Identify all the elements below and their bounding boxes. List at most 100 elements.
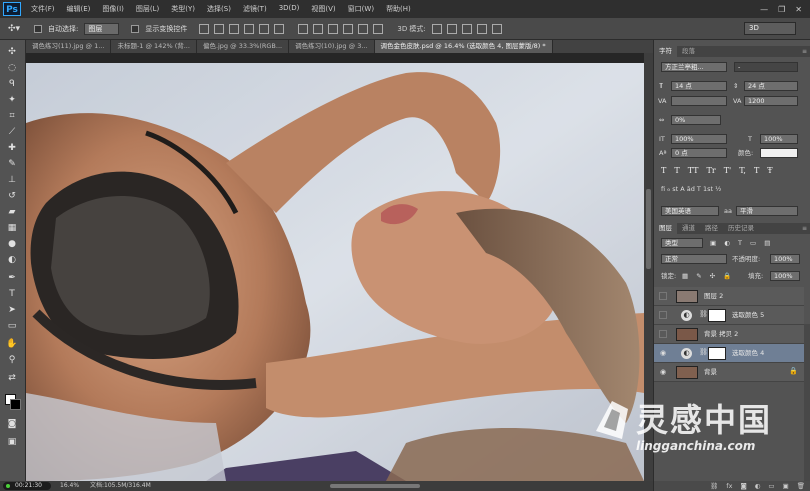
typo-style-button-3[interactable]: Tr (707, 166, 716, 175)
move-tool-icon[interactable]: ✣ (5, 46, 19, 58)
menu-item-2[interactable]: 图像(I) (96, 4, 130, 14)
hand-tool-icon[interactable]: ✋ (5, 338, 19, 350)
typo-style-button-1[interactable]: T (674, 166, 679, 175)
language-select[interactable]: 美国英语 (661, 206, 719, 216)
layers-menu-icon[interactable]: ≡ (802, 223, 810, 234)
folder-icon[interactable]: ▭ (768, 481, 774, 491)
leading-field[interactable]: 24 点 (744, 81, 798, 91)
blend-mode-select[interactable]: 正常 (661, 254, 727, 264)
background-color-swatch[interactable] (10, 399, 21, 410)
menu-item-4[interactable]: 类型(Y) (165, 4, 201, 14)
tab-paragraph[interactable]: 段落 (677, 46, 700, 57)
trash-icon[interactable]: 🗑 (797, 481, 805, 491)
distribute-top-icon[interactable] (298, 23, 309, 34)
menu-item-9[interactable]: 窗口(W) (342, 4, 380, 14)
visibility-eye-icon[interactable]: ◉ (658, 367, 668, 377)
swap-colors-icon[interactable]: ⇄ (5, 372, 19, 384)
text-color-swatch[interactable] (760, 148, 798, 158)
mask-icon[interactable]: ◙ (740, 481, 746, 491)
distribute-hcenter-icon[interactable] (358, 23, 369, 34)
auto-select-checkbox[interactable] (34, 24, 42, 33)
document-size-info[interactable]: 文档:105.5M/316.4M (90, 481, 151, 491)
menu-item-0[interactable]: 文件(F) (25, 4, 61, 14)
quick-mask-icon[interactable]: ◙ (5, 418, 19, 430)
antialias-select[interactable]: 平滑 (736, 206, 798, 216)
rotate-3d-icon[interactable] (431, 23, 442, 34)
baseline-shift-field[interactable]: 0 点 (671, 148, 727, 158)
align-left-icon[interactable] (244, 23, 255, 34)
show-transform-checkbox[interactable] (131, 24, 140, 33)
document-tab-1[interactable]: 未标题-1 @ 142% (背... (111, 40, 197, 53)
workspace-select[interactable]: 3D (744, 22, 796, 35)
tracking-field[interactable]: 1200 (744, 96, 798, 106)
distribute-right-icon[interactable] (373, 23, 384, 34)
layer-mask-thumbnail[interactable] (708, 309, 726, 322)
crop-tool-icon[interactable]: ⌗ (5, 110, 19, 122)
quick-select-tool-icon[interactable]: ✦ (5, 94, 19, 106)
distribute-bottom-icon[interactable] (328, 23, 339, 34)
layer-thumbnail[interactable] (676, 290, 698, 303)
menu-item-5[interactable]: 选择(S) (201, 4, 237, 14)
menu-item-8[interactable]: 视图(V) (305, 4, 341, 14)
healing-brush-tool-icon[interactable]: ✚ (5, 142, 19, 154)
font-family-select[interactable]: 方正兰亭粗... (661, 62, 727, 72)
move-tool-preset-icon[interactable]: ✣▾ (8, 22, 28, 36)
distribute-vcenter-icon[interactable] (313, 23, 324, 34)
horizontal-scale-field[interactable]: 100% (760, 134, 798, 144)
layer-filter-icons[interactable]: ▣ ◐ T ▭ ▤ (710, 238, 773, 248)
layer-row[interactable]: ◉ 背景 🔒 (654, 363, 804, 382)
layers-scrollbar[interactable] (804, 324, 810, 484)
typo-style-button-4[interactable]: T' (724, 166, 732, 175)
tab-layers[interactable]: 图层 (654, 223, 677, 234)
menu-item-6[interactable]: 滤镜(T) (237, 4, 273, 14)
scale-3d-icon[interactable] (491, 23, 502, 34)
type-tool-icon[interactable]: T (5, 288, 19, 300)
link-icon[interactable]: ⛓ (710, 481, 718, 491)
typo-style-button-5[interactable]: T, (739, 166, 746, 175)
history-brush-tool-icon[interactable]: ↺ (5, 190, 19, 202)
menu-item-1[interactable]: 编辑(E) (61, 4, 97, 14)
visibility-eye-icon[interactable] (659, 311, 667, 319)
document-tab-3[interactable]: 调色练习(10).jpg @ 3... (289, 40, 375, 53)
document-tab-2[interactable]: 偏色.jpg @ 33.3%(RGB... (197, 40, 290, 53)
stamp-tool-icon[interactable]: ⊥ (5, 174, 19, 186)
font-size-field[interactable]: 14 点 (671, 81, 727, 91)
screen-mode-icon[interactable]: ▣ (5, 436, 19, 448)
marquee-tool-icon[interactable]: ◌ (5, 62, 19, 74)
align-top-icon[interactable] (199, 23, 210, 34)
distribute-left-icon[interactable] (343, 23, 354, 34)
mask-link-icon[interactable]: ⛓ (699, 348, 708, 356)
lock-icons[interactable]: ▦ ✎ ✣ 🔒 (682, 271, 734, 281)
zoom-tool-icon[interactable]: ⚲ (5, 354, 19, 366)
minimize-button[interactable]: — (760, 5, 768, 14)
layer-thumbnail[interactable] (676, 328, 698, 341)
layer-row[interactable]: 图层 2 (654, 287, 804, 306)
gradient-tool-icon[interactable]: ▦ (5, 222, 19, 234)
adjustment-icon[interactable]: ◐ (755, 481, 761, 491)
layer-mask-thumbnail[interactable] (708, 347, 726, 360)
visibility-eye-icon[interactable]: ◉ (658, 348, 668, 358)
layer-filter-select[interactable]: 类型 (661, 238, 703, 248)
align-vcenter-icon[interactable] (214, 23, 225, 34)
tab-channels[interactable]: 通道 (677, 223, 700, 234)
close-button[interactable]: ✕ (795, 5, 802, 14)
typo-style-button-6[interactable]: T (754, 166, 759, 175)
font-style-select[interactable]: - (734, 62, 798, 72)
lasso-tool-icon[interactable]: ᑫ (5, 78, 19, 90)
menu-item-10[interactable]: 帮助(H) (380, 4, 417, 14)
fx-icon[interactable]: fx (726, 481, 732, 491)
layer-thumbnail[interactable] (676, 366, 698, 379)
document-tab-4[interactable]: 调色金色皮肤.psd @ 16.4% (选取颜色 4, 图层蒙版/8) * (374, 40, 553, 53)
brush-tool-icon[interactable]: ✎ (5, 158, 19, 170)
eraser-tool-icon[interactable]: ▰ (5, 206, 19, 218)
typo-style-button-7[interactable]: Ŧ (767, 166, 772, 175)
document-canvas[interactable] (26, 53, 644, 481)
typo-style-button-0[interactable]: T (661, 166, 666, 175)
restore-button[interactable]: ❐ (778, 5, 785, 14)
align-bottom-icon[interactable] (229, 23, 240, 34)
tab-character[interactable]: 字符 (654, 46, 677, 57)
typo-style-button-2[interactable]: TT (688, 166, 699, 175)
scale-percent-field[interactable]: 0% (671, 115, 721, 125)
roll-3d-icon[interactable] (446, 23, 457, 34)
visibility-eye-icon[interactable] (659, 330, 667, 338)
